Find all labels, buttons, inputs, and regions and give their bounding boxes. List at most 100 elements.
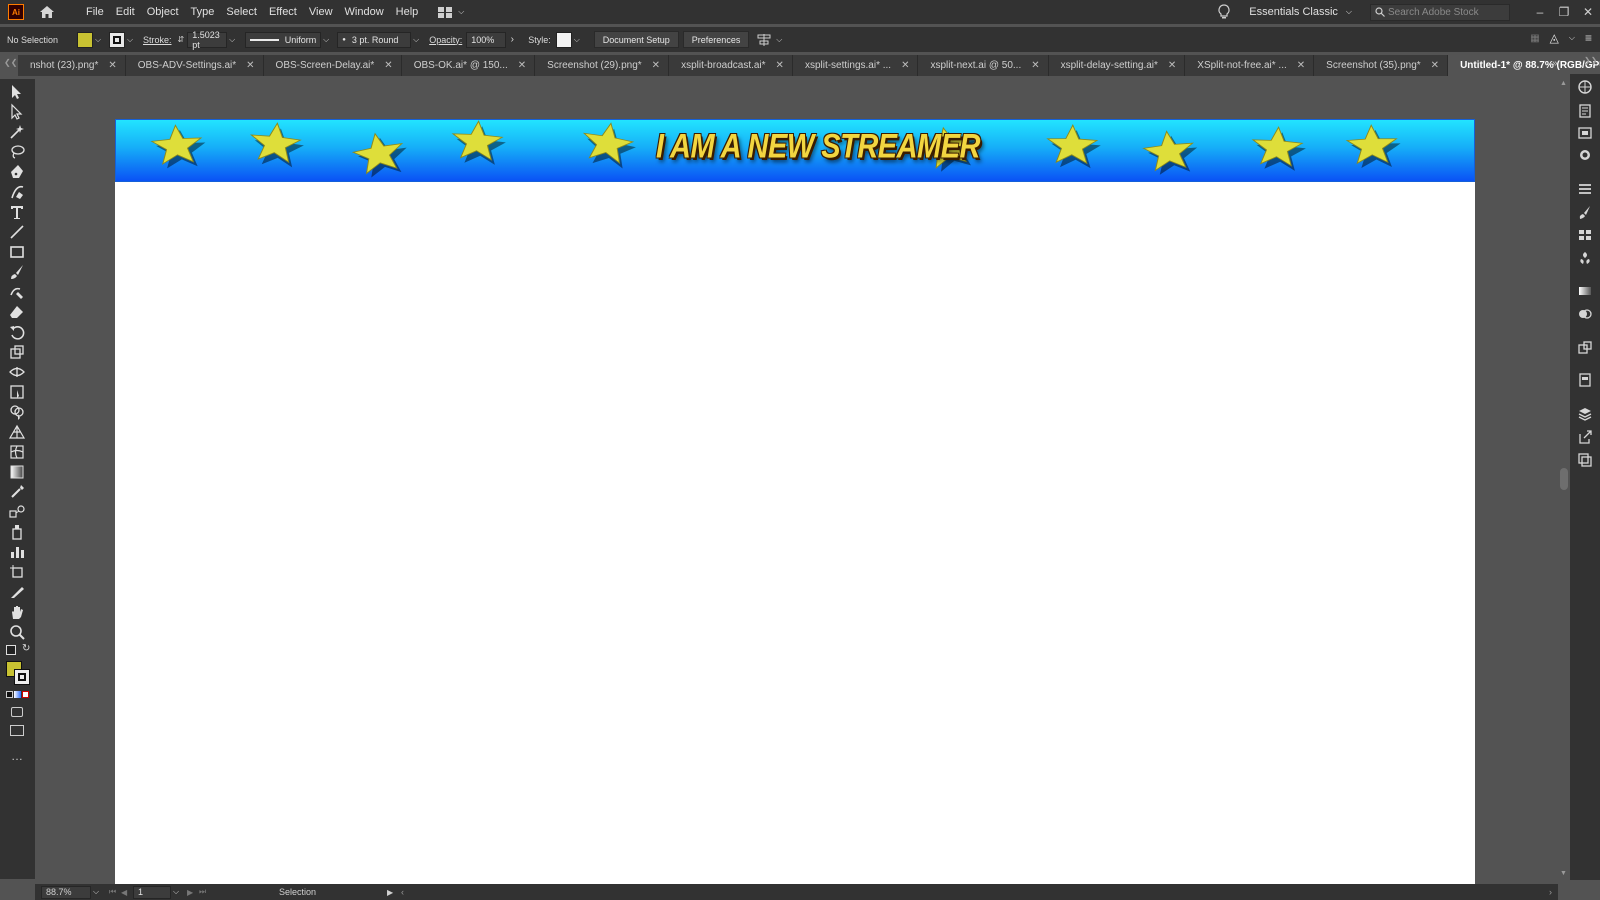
stroke-weight-stepper[interactable]: ⇵ <box>178 35 185 44</box>
star-shape[interactable] <box>1336 121 1410 175</box>
tabs-overflow-icon[interactable]: » <box>1552 58 1558 69</box>
menu-object[interactable]: Object <box>141 0 185 24</box>
star-shape[interactable] <box>568 119 648 178</box>
chevron-down-icon[interactable]: ⌵ <box>91 887 101 897</box>
document-tab[interactable]: xsplit-delay-setting.ai* ✕ <box>1049 55 1186 76</box>
home-icon[interactable] <box>38 3 56 21</box>
eraser-tool-icon[interactable] <box>7 303 27 321</box>
curvature-tool-icon[interactable] <box>7 183 27 201</box>
menu-window[interactable]: Window <box>339 0 390 24</box>
scroll-up-arrow-icon[interactable]: ▲ <box>1560 80 1567 87</box>
stream-banner[interactable]: I AM A NEW STREAMER <box>115 119 1475 182</box>
align-options-button[interactable]: ⌵ <box>757 33 784 46</box>
menu-help[interactable]: Help <box>390 0 425 24</box>
direct-selection-tool-icon[interactable] <box>7 103 27 121</box>
libraries-panel-icon[interactable] <box>1577 125 1593 141</box>
status-menu-arrow-icon[interactable]: ▶ <box>387 888 401 897</box>
stroke-weight-input[interactable]: 1.5023 pt <box>187 30 228 50</box>
restore-button[interactable]: ❐ <box>1552 5 1576 19</box>
line-segment-tool-icon[interactable] <box>7 223 27 241</box>
chevron-down-icon[interactable]: ⌵ <box>572 35 582 45</box>
color-panel-icon[interactable] <box>1577 306 1593 322</box>
free-transform-tool-icon[interactable] <box>7 383 27 401</box>
search-stock-input[interactable]: Search Adobe Stock <box>1370 3 1510 21</box>
close-icon[interactable]: ✕ <box>108 60 116 71</box>
zoom-level-input[interactable]: 88.7% <box>41 885 91 899</box>
transform-panel-icon[interactable] <box>1577 340 1593 356</box>
close-icon[interactable]: ✕ <box>776 60 784 71</box>
magic-wand-tool-icon[interactable] <box>7 123 27 141</box>
shape-builder-tool-icon[interactable] <box>7 403 27 421</box>
menu-effect[interactable]: Effect <box>263 0 303 24</box>
close-icon[interactable]: ✕ <box>901 60 909 71</box>
pen-tool-icon[interactable] <box>7 163 27 181</box>
chevron-down-icon[interactable]: ⌵ <box>171 887 181 897</box>
arrange-documents-button[interactable]: ⌵ <box>438 6 464 18</box>
close-icon[interactable]: ✕ <box>384 60 392 71</box>
star-shape[interactable] <box>1131 124 1208 182</box>
color-mode-icons[interactable] <box>6 691 29 698</box>
stroke-color-box[interactable] <box>14 669 30 685</box>
gradient-panel-icon[interactable] <box>1577 283 1593 299</box>
type-tool-icon[interactable] <box>7 203 27 221</box>
previous-artboard-icon[interactable]: ◀ <box>121 888 133 897</box>
menu-select[interactable]: Select <box>220 0 263 24</box>
isolate-icon[interactable]: ▦ <box>1530 33 1539 44</box>
banner-title[interactable]: I AM A NEW STREAMER <box>656 128 981 167</box>
panel-menu-icon[interactable]: ≡ <box>1585 31 1592 45</box>
layers-panel-icon[interactable] <box>1577 406 1593 422</box>
more-tools-icon[interactable]: … <box>11 749 24 763</box>
align-panel-icon[interactable] <box>1577 372 1593 388</box>
opacity-label[interactable]: Opacity: <box>429 35 462 45</box>
appearance-panel-icon[interactable] <box>1577 147 1593 163</box>
workspace-switcher[interactable]: Essentials Classic ⌵ <box>1249 6 1352 18</box>
next-artboard-icon[interactable]: ▶ <box>187 888 199 897</box>
artboard[interactable]: I AM A NEW STREAMER <box>115 119 1475 884</box>
slice-tool-icon[interactable] <box>7 583 27 601</box>
zoom-tool-icon[interactable] <box>7 623 27 641</box>
panel-collapse-right-icon[interactable]: ❯❯ <box>1584 56 1597 65</box>
document-tab[interactable]: XSplit-not-free.ai* ... ✕ <box>1185 55 1315 76</box>
preferences-button[interactable]: Preferences <box>682 31 750 48</box>
close-icon[interactable]: ✕ <box>1431 60 1439 71</box>
star-shape[interactable] <box>140 120 215 177</box>
minimize-button[interactable]: – <box>1528 5 1552 19</box>
chevron-down-icon[interactable]: ⌵ <box>321 35 331 45</box>
artboard-tool-icon[interactable] <box>7 563 27 581</box>
width-tool-icon[interactable] <box>7 363 27 381</box>
close-icon[interactable]: ✕ <box>652 60 660 71</box>
canvas-area[interactable]: I AM A NEW STREAMER <box>35 78 1558 884</box>
stroke-color-dropdown[interactable]: ⌵ <box>109 31 135 48</box>
panel-collapse-left-icon[interactable]: ❮❮ <box>4 58 17 67</box>
document-tab[interactable]: xsplit-next.ai @ 50... ✕ <box>918 55 1049 76</box>
document-tab[interactable]: OBS-OK.ai* @ 150... ✕ <box>402 55 536 76</box>
swatches-panel-icon[interactable] <box>1577 227 1593 243</box>
menu-file[interactable]: File <box>80 0 110 24</box>
brush-definition[interactable]: ● 3 pt. Round <box>337 31 412 48</box>
chevron-down-icon[interactable]: ⌵ <box>1569 33 1575 43</box>
menu-edit[interactable]: Edit <box>110 0 141 24</box>
artboards-panel-icon[interactable] <box>1577 452 1593 468</box>
scale-tool-icon[interactable] <box>7 343 27 361</box>
document-tab[interactable]: xsplit-broadcast.ai* ✕ <box>669 55 793 76</box>
menu-type[interactable]: Type <box>185 0 221 24</box>
stroke-panel-icon[interactable] <box>1577 181 1593 197</box>
default-colors-icon[interactable] <box>6 645 16 655</box>
blend-tool-icon[interactable] <box>7 503 27 521</box>
graphic-style-swatch[interactable] <box>555 31 572 48</box>
chevron-down-icon[interactable]: ⌵ <box>227 35 237 45</box>
selection-tool-icon[interactable] <box>7 83 27 101</box>
star-shape[interactable] <box>1240 122 1315 179</box>
column-graph-tool-icon[interactable] <box>7 543 27 561</box>
align-panel-toggle-icon[interactable]: ◬ <box>1550 31 1559 45</box>
close-icon[interactable]: ✕ <box>246 60 254 71</box>
document-tab[interactable]: xsplit-settings.ai* ... ✕ <box>793 55 919 76</box>
stroke-label[interactable]: Stroke: <box>143 35 172 45</box>
drawing-modes-icon[interactable] <box>11 707 23 717</box>
document-tab[interactable]: Screenshot (35).png* ✕ <box>1314 55 1449 76</box>
symbols-panel-icon[interactable] <box>1577 250 1593 266</box>
close-icon[interactable]: ✕ <box>1297 60 1305 71</box>
color-guide-panel-icon[interactable] <box>1577 79 1593 95</box>
artboard-number-input[interactable]: 1 <box>133 885 171 899</box>
close-window-button[interactable]: ✕ <box>1576 5 1600 19</box>
